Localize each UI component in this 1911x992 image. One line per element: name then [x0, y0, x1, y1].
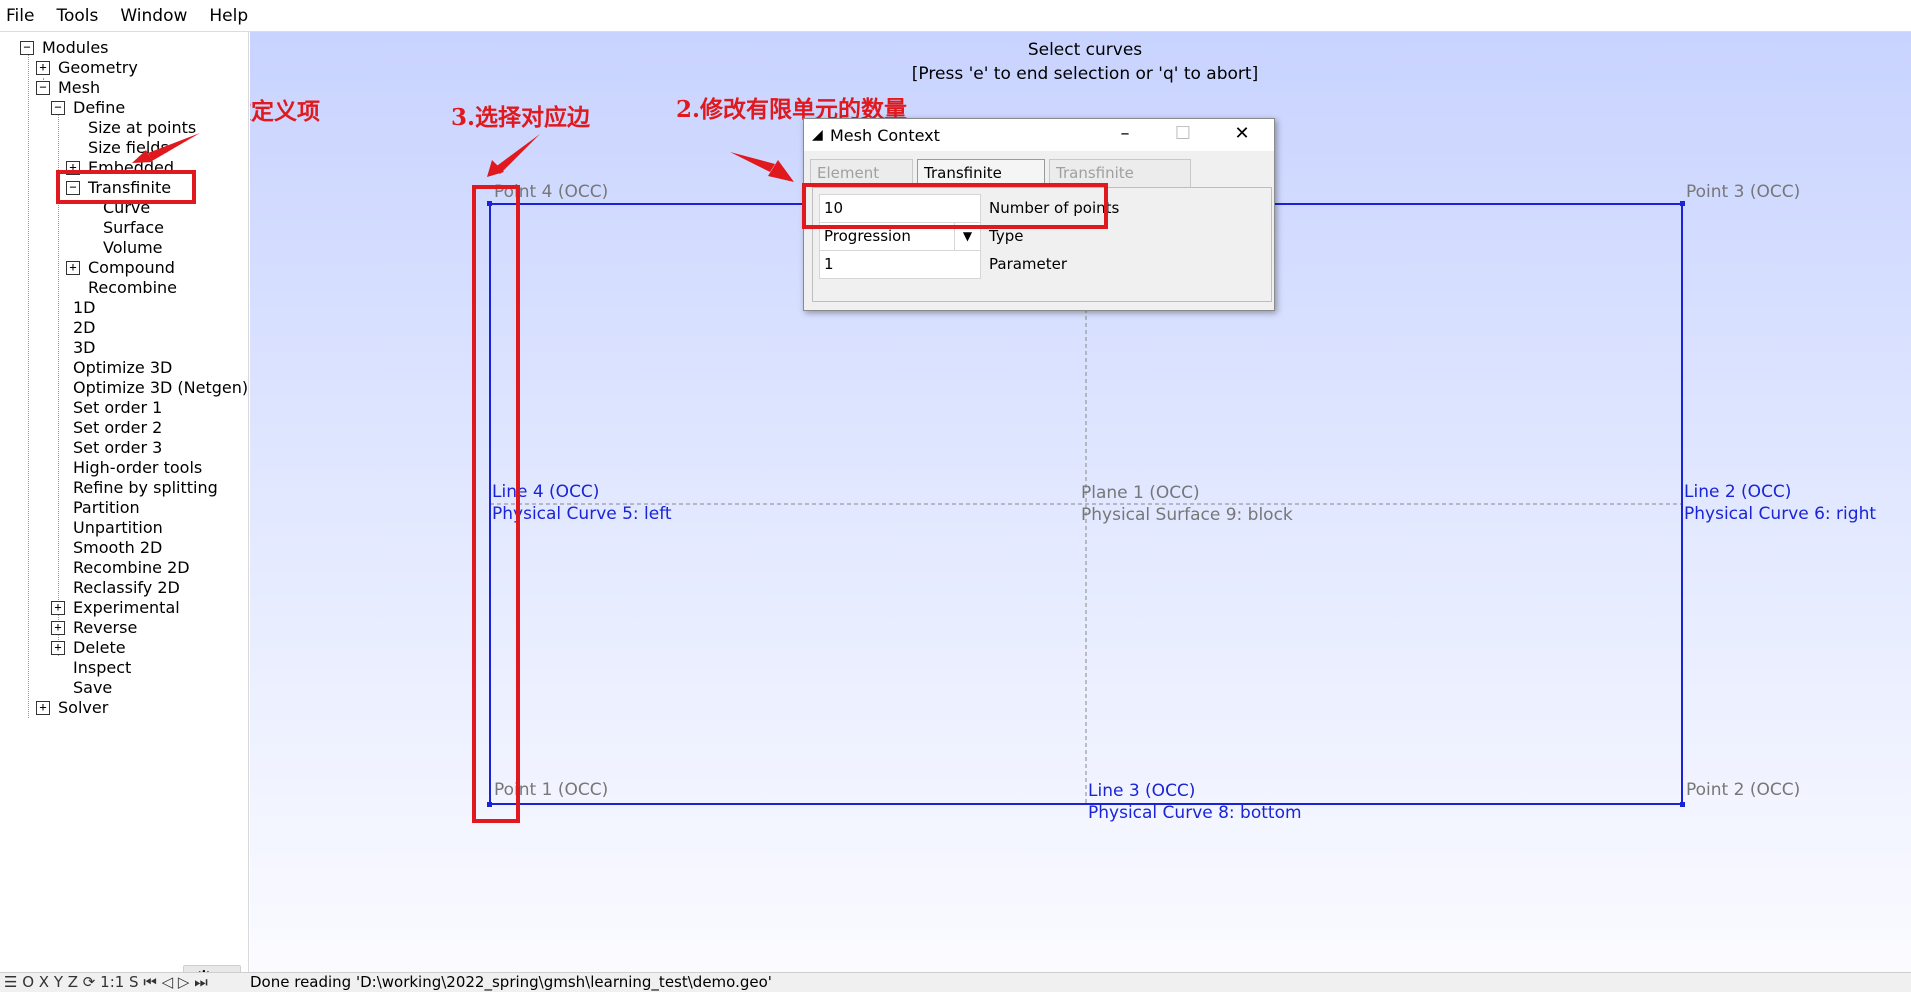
highlight-left-edge: [472, 185, 520, 823]
annotation-step-1: 1.选择修改定义项: [250, 98, 321, 125]
tree-item-define[interactable]: − Define: [51, 98, 125, 118]
tree-item-size-fields[interactable]: Size fields: [88, 138, 169, 158]
label-line-3: Line 3 (OCC): [1088, 781, 1196, 801]
label-plane-1: Plane 1 (OCC): [1081, 483, 1200, 503]
tree-item-set-order-1[interactable]: Set order 1: [73, 398, 162, 418]
expand-icon[interactable]: +: [36, 701, 50, 715]
selection-prompt-title: Select curves: [1027, 40, 1143, 60]
tree-item-1d[interactable]: 1D: [73, 298, 96, 318]
highlight-transfinite: [56, 170, 196, 204]
tree-item-optimize-3d[interactable]: Optimize 3D: [73, 358, 172, 378]
expand-icon[interactable]: +: [51, 601, 65, 615]
status-bar: ☰ O X Y Z ⟳ 1:1 S ⏮ ◁ ▷ ⏭ Done reading '…: [0, 972, 1911, 992]
tree-item-2d[interactable]: 2D: [73, 318, 96, 338]
close-icon[interactable]: ✕: [1230, 123, 1254, 147]
selection-prompt-hint: [Press 'e' to end selection or 'q' to ab…: [911, 64, 1259, 84]
tree-item-unpartition[interactable]: Unpartition: [73, 518, 163, 538]
type-select-value: Progression: [824, 227, 911, 245]
tree-item-mesh[interactable]: − Mesh: [36, 78, 100, 98]
tree-item-partition[interactable]: Partition: [73, 498, 140, 518]
menu-tools[interactable]: Tools: [56, 6, 98, 26]
point-3-marker: [1680, 201, 1685, 206]
label-physical-surface-9: Physical Surface 9: block: [1081, 505, 1293, 525]
maximize-icon: ☐: [1174, 123, 1192, 144]
tree-item-3d[interactable]: 3D: [73, 338, 96, 358]
tree-guide: [28, 46, 29, 718]
menu-bar: File Tools Window Help: [0, 0, 1911, 32]
tree-item-modules[interactable]: − Modules: [20, 38, 109, 58]
tree-item-recombine-2d[interactable]: Recombine 2D: [73, 558, 190, 578]
annotation-step-3: 3.选择对应边: [451, 104, 591, 131]
gear-icon[interactable]: ⚙▽: [183, 965, 241, 972]
app-icon: ◢: [812, 127, 823, 143]
tree-item-volume[interactable]: Volume: [103, 238, 163, 258]
label-point-2: Point 2 (OCC): [1686, 780, 1801, 800]
tree-item-recombine[interactable]: Recombine: [88, 278, 177, 298]
point-2-marker: [1680, 802, 1685, 807]
highlight-number-of-points: [802, 183, 1108, 229]
tree-item-experimental[interactable]: + Experimental: [51, 598, 180, 618]
minimize-icon[interactable]: –: [1113, 123, 1137, 147]
dialog-titlebar[interactable]: ◢ Mesh Context – ☐ ✕: [804, 119, 1274, 151]
label-physical-curve-6: Physical Curve 6: right: [1684, 504, 1877, 524]
label-physical-curve-8: Physical Curve 8: bottom: [1088, 803, 1302, 823]
tree-item-save[interactable]: Save: [73, 678, 112, 698]
expand-icon[interactable]: +: [66, 261, 80, 275]
tree-item-optimize-3d-netgen[interactable]: Optimize 3D (Netgen): [73, 378, 248, 398]
status-controls[interactable]: ☰ O X Y Z ⟳ 1:1 S ⏮ ◁ ▷ ⏭: [4, 973, 208, 992]
menu-help[interactable]: Help: [209, 6, 248, 26]
expand-icon[interactable]: +: [36, 61, 50, 75]
collapse-icon[interactable]: −: [51, 101, 65, 115]
dialog-title: Mesh Context: [830, 125, 940, 145]
collapse-icon[interactable]: −: [36, 81, 50, 95]
tree-item-high-order-tools[interactable]: High-order tools: [73, 458, 202, 478]
tree-item-reclassify-2d[interactable]: Reclassify 2D: [73, 578, 180, 598]
tree-item-reverse[interactable]: + Reverse: [51, 618, 137, 638]
tree-item-delete[interactable]: + Delete: [51, 638, 126, 658]
expand-icon[interactable]: +: [51, 621, 65, 635]
tree-item-solver[interactable]: + Solver: [36, 698, 108, 718]
tree-item-geometry[interactable]: + Geometry: [36, 58, 138, 78]
parameter-label: Parameter: [989, 255, 1068, 273]
tree-item-surface[interactable]: Surface: [103, 218, 164, 238]
tree-item-size-at-points[interactable]: Size at points: [88, 118, 196, 138]
expand-icon[interactable]: +: [51, 641, 65, 655]
tree-item-smooth-2d[interactable]: Smooth 2D: [73, 538, 162, 558]
label-line-2: Line 2 (OCC): [1684, 482, 1792, 502]
collapse-icon[interactable]: −: [20, 41, 34, 55]
menu-file[interactable]: File: [6, 6, 34, 26]
module-tree: − Modules + Geometry − Mesh − Define Size at…: [0, 32, 249, 972]
tree-item-set-order-3[interactable]: Set order 3: [73, 438, 162, 458]
label-point-3: Point 3 (OCC): [1686, 182, 1801, 202]
status-message: Done reading 'D:\working\2022_spring\gms…: [250, 973, 772, 991]
tree-item-set-order-2[interactable]: Set order 2: [73, 418, 162, 438]
tree-item-refine-by-splitting[interactable]: Refine by splitting: [73, 478, 218, 498]
mesh-context-dialog: ◢ Mesh Context – ☐ ✕ Element size Transf…: [802, 118, 1275, 311]
menu-window[interactable]: Window: [120, 6, 187, 26]
tree-item-inspect[interactable]: Inspect: [73, 658, 131, 678]
parameter-input[interactable]: 1: [819, 250, 981, 279]
tree-item-compound[interactable]: + Compound: [66, 258, 175, 278]
